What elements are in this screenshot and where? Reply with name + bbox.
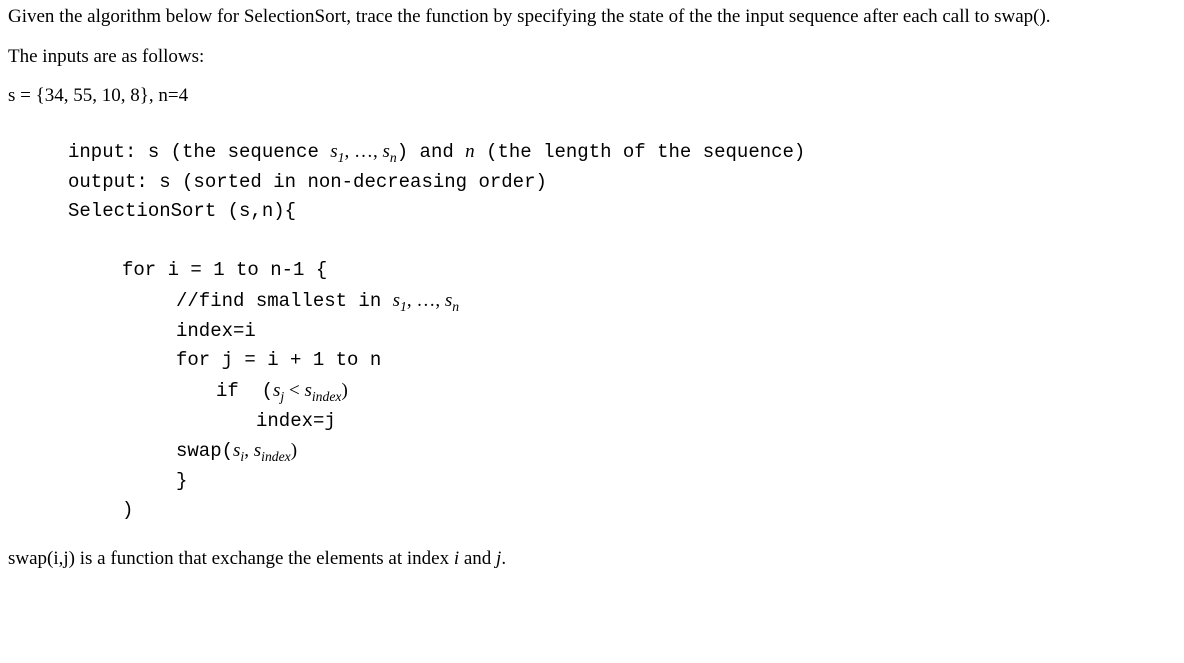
if-line: if (sj < sindex) xyxy=(68,376,1176,407)
input-label: input: s (the sequence xyxy=(68,141,330,163)
comment-sn-sub: n xyxy=(452,299,459,314)
n-var: n xyxy=(465,141,475,162)
swap-line: swap(si, sindex) xyxy=(68,436,1176,467)
for-i-text: for i = 1 to n-1 { xyxy=(122,259,327,281)
if-pre: if ( xyxy=(216,380,273,402)
comment-line: //find smallest in s1, …, sn xyxy=(68,286,1176,317)
seq-mid: , …, xyxy=(345,141,383,162)
input-tail: ) and xyxy=(397,141,465,163)
paren-close-line: ) xyxy=(68,496,1176,525)
inputs-label-text: The inputs are as follows: xyxy=(8,46,204,67)
algorithm-block: input: s (the sequence s1, …, sn) and n … xyxy=(8,137,1176,526)
seq-sn-sub: n xyxy=(390,150,397,165)
seq-sn-var: s xyxy=(383,141,390,162)
brace-close-line: } xyxy=(68,467,1176,496)
fn-sig-text: SelectionSort (s,n){ xyxy=(68,200,296,222)
sindex-var: s xyxy=(304,380,311,401)
index-i-text: index=i xyxy=(176,320,256,342)
algo-input-line: input: s (the sequence s1, …, sn) and n … xyxy=(68,137,1176,168)
comment-mid: , …, xyxy=(407,290,445,311)
lt-op: < xyxy=(284,380,304,401)
output-text: output: s (sorted in non-decreasing orde… xyxy=(68,171,547,193)
swap-note: swap(i,j) is a function that exchange th… xyxy=(8,546,1176,572)
swap-close: ) xyxy=(291,440,297,461)
swap-note-pre: swap(i,j) is a function that exchange th… xyxy=(8,548,454,569)
for-j-line: for j = i + 1 to n xyxy=(68,346,1176,375)
seq-s1-sub: 1 xyxy=(338,150,345,165)
input-tail2: (the length of the sequence) xyxy=(475,141,806,163)
inputs-values-text: s = {34, 55, 10, 8}, n=4 xyxy=(8,85,188,106)
index-j-line: index=j xyxy=(68,407,1176,436)
blank-line-1 xyxy=(68,227,1176,256)
algo-fn-sig: SelectionSort (s,n){ xyxy=(68,197,1176,226)
inputs-values: s = {34, 55, 10, 8}, n=4 xyxy=(8,83,1176,109)
seq-s1-var: s xyxy=(330,141,337,162)
sj-sub: j xyxy=(280,389,284,404)
comment-s1: s xyxy=(393,290,400,311)
swap-note-and: and xyxy=(459,548,496,569)
for-j-text: for j = i + 1 to n xyxy=(176,349,381,371)
brace-close: } xyxy=(176,470,187,492)
inputs-label: The inputs are as follows: xyxy=(8,44,1176,70)
sindex-sub: index xyxy=(312,389,342,404)
question-text: Given the algorithm below for SelectionS… xyxy=(8,6,1051,27)
comment-pre: //find smallest in xyxy=(176,290,393,312)
if-close: ) xyxy=(341,380,347,401)
swap-pre: swap( xyxy=(176,440,233,462)
paren-close: ) xyxy=(122,499,133,521)
for-i-line: for i = 1 to n-1 { xyxy=(68,256,1176,285)
index-i-line: index=i xyxy=(68,317,1176,346)
index-j-text: index=j xyxy=(256,410,336,432)
sindex2-sub: index xyxy=(261,449,291,464)
question-paragraph: Given the algorithm below for SelectionS… xyxy=(8,4,1176,30)
swap-note-period: . xyxy=(501,548,506,569)
si-sub: i xyxy=(240,449,244,464)
comment-s1-sub: 1 xyxy=(400,299,407,314)
comma-sp: , xyxy=(244,440,254,461)
algo-output-line: output: s (sorted in non-decreasing orde… xyxy=(68,168,1176,197)
